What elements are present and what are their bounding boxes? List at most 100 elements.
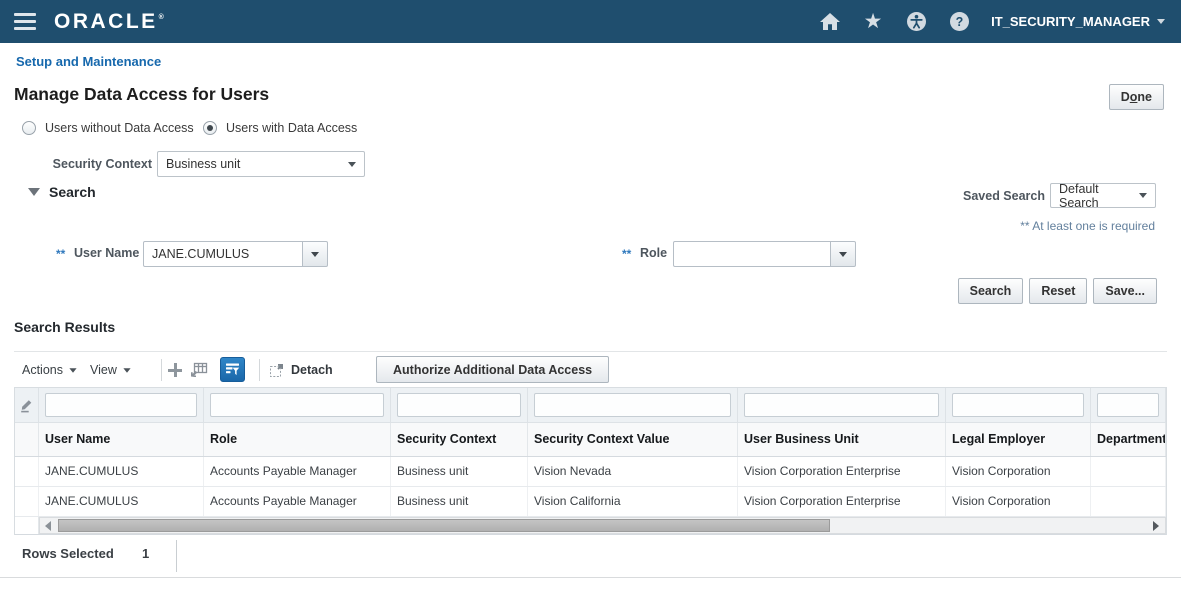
user-menu[interactable]: IT_SECURITY_MANAGER <box>991 14 1165 29</box>
column-header-legal-employer[interactable]: Legal Employer <box>946 423 1091 456</box>
view-menu-label: View <box>90 363 117 377</box>
header-gutter-cell <box>15 423 39 456</box>
search-results-title: Search Results <box>14 319 115 335</box>
actions-menu-label: Actions <box>22 363 63 377</box>
cell-security-context-value: Vision Nevada <box>528 457 738 486</box>
radio-circle-unselected[interactable] <box>22 121 36 135</box>
table-row[interactable]: JANE.CUMULUS Accounts Payable Manager Bu… <box>15 457 1166 487</box>
column-header-user-business-unit[interactable]: User Business Unit <box>738 423 946 456</box>
svg-text:?: ? <box>955 15 963 29</box>
cell-user-business-unit: Vision Corporation Enterprise <box>738 457 946 486</box>
dropdown-caret-icon <box>348 162 356 167</box>
table-header-row: User Name Role Security Context Security… <box>15 423 1166 457</box>
user-name-input[interactable] <box>143 241 303 267</box>
user-name-dropdown-button[interactable] <box>303 241 328 267</box>
scrollbar-gutter-cell <box>15 517 39 534</box>
actions-menu[interactable]: Actions <box>22 352 77 388</box>
filter-input-security-context-value[interactable] <box>534 393 731 417</box>
scroll-right-icon[interactable] <box>1153 521 1159 531</box>
filter-input-security-context[interactable] <box>397 393 521 417</box>
footer-divider <box>176 540 177 572</box>
security-context-value: Business unit <box>166 157 240 171</box>
user-menu-caret-icon <box>1157 19 1165 24</box>
filter-row <box>15 387 1166 423</box>
oracle-logo-text: ORACLE <box>54 10 158 34</box>
page-title: Manage Data Access for Users <box>14 84 269 105</box>
role-input[interactable] <box>673 241 831 267</box>
authorize-additional-data-access-button[interactable]: Authorize Additional Data Access <box>376 356 609 383</box>
horizontal-scrollbar-track[interactable] <box>39 517 1166 534</box>
saved-search-select[interactable]: Default Search <box>1050 183 1156 208</box>
menu-icon[interactable] <box>14 13 36 30</box>
detach-button[interactable]: Detach <box>269 352 333 388</box>
column-header-user-name[interactable]: User Name <box>39 423 204 456</box>
row-gutter-cell[interactable] <box>15 487 39 516</box>
page-bottom-divider <box>0 577 1181 578</box>
cell-security-context: Business unit <box>391 457 528 486</box>
accessibility-icon[interactable] <box>905 11 927 33</box>
disclosure-triangle-icon[interactable] <box>28 188 40 196</box>
filter-input-user-name[interactable] <box>45 393 197 417</box>
cell-legal-employer: Vision Corporation <box>946 457 1091 486</box>
rows-selected-label: Rows Selected <box>22 546 114 561</box>
view-menu[interactable]: View <box>90 352 131 388</box>
security-context-select[interactable]: Business unit <box>157 151 365 177</box>
column-header-department[interactable]: Department <box>1091 423 1166 456</box>
saved-search-label: Saved Search <box>905 189 1045 203</box>
search-actions: Search Reset Save... <box>958 278 1157 304</box>
required-hint: ** At least one is required <box>1020 219 1155 233</box>
filter-input-legal-employer[interactable] <box>952 393 1084 417</box>
query-by-example-icon[interactable] <box>220 357 245 382</box>
role-combobox <box>673 241 856 267</box>
table-row[interactable]: JANE.CUMULUS Accounts Payable Manager Bu… <box>15 487 1166 517</box>
rows-selected-value: 1 <box>142 546 149 561</box>
edit-filter-icon[interactable] <box>19 397 34 413</box>
cell-security-context-value: Vision California <box>528 487 738 516</box>
menu-caret-icon <box>123 368 130 373</box>
row-gutter-cell[interactable] <box>15 457 39 486</box>
reset-button[interactable]: Reset <box>1029 278 1087 304</box>
search-section-header[interactable]: Search <box>28 184 96 200</box>
radio-users-without-data-access[interactable]: Users without Data Access <box>22 120 194 136</box>
dropdown-caret-icon <box>1139 193 1147 198</box>
radio-circle-selected[interactable] <box>203 121 217 135</box>
menu-caret-icon <box>69 368 76 373</box>
registered-mark: ® <box>159 14 164 21</box>
filter-gutter-cell <box>15 388 39 422</box>
breadcrumb-setup-and-maintenance[interactable]: Setup and Maintenance <box>16 54 161 69</box>
search-button[interactable]: Search <box>958 278 1024 304</box>
cell-user-name: JANE.CUMULUS <box>39 487 204 516</box>
cell-user-name: JANE.CUMULUS <box>39 457 204 486</box>
home-icon[interactable] <box>819 11 841 33</box>
cell-role: Accounts Payable Manager <box>204 457 391 486</box>
detach-label: Detach <box>291 363 333 377</box>
horizontal-scrollbar-thumb[interactable] <box>58 519 830 532</box>
global-header-actions: ★ ? IT_SECURITY_MANAGER <box>819 0 1165 43</box>
toolbar-separator <box>161 359 162 381</box>
scroll-left-icon[interactable] <box>45 521 51 531</box>
cell-role: Accounts Payable Manager <box>204 487 391 516</box>
column-header-security-context-value[interactable]: Security Context Value <box>528 423 738 456</box>
add-icon[interactable] <box>168 363 182 377</box>
global-header: ORACLE® ★ ? <box>0 0 1181 43</box>
user-name-required-marker: ** <box>56 247 65 261</box>
role-label: Role <box>640 246 667 260</box>
user-menu-label: IT_SECURITY_MANAGER <box>991 14 1150 29</box>
radio-label: Users with Data Access <box>226 121 357 135</box>
help-icon[interactable]: ? <box>948 11 970 33</box>
radio-users-with-data-access[interactable]: Users with Data Access <box>203 120 357 136</box>
filter-input-department[interactable] <box>1097 393 1159 417</box>
dropdown-caret-icon <box>839 252 847 257</box>
done-button[interactable]: Done <box>1109 84 1164 110</box>
role-required-marker: ** <box>622 247 631 261</box>
filter-input-user-business-unit[interactable] <box>744 393 939 417</box>
filter-input-role[interactable] <box>210 393 384 417</box>
column-header-security-context[interactable]: Security Context <box>391 423 528 456</box>
saved-search-value: Default Search <box>1059 182 1139 210</box>
move-columns-icon[interactable] <box>190 362 208 382</box>
save-button[interactable]: Save... <box>1093 278 1157 304</box>
search-section-title: Search <box>49 184 96 200</box>
favorites-icon[interactable]: ★ <box>862 11 884 33</box>
column-header-role[interactable]: Role <box>204 423 391 456</box>
role-dropdown-button[interactable] <box>831 241 856 267</box>
